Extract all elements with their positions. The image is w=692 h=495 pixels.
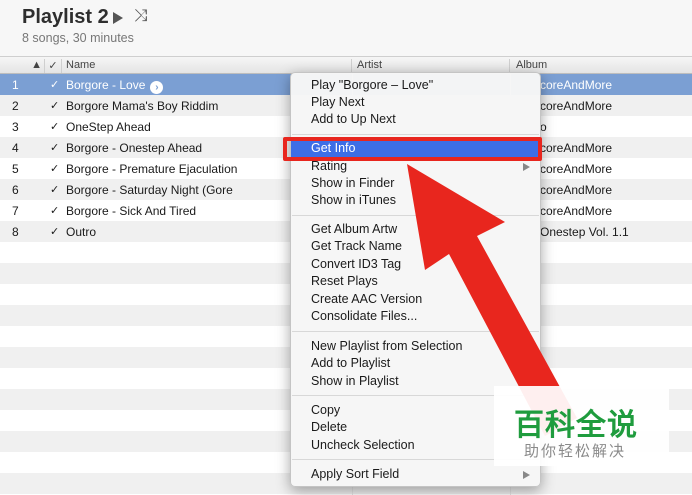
track-number: 5 (12, 162, 19, 176)
track-checkbox[interactable]: ✓ (50, 183, 59, 196)
play-icon[interactable] (113, 12, 123, 24)
track-name: Borgore - Premature Ejaculation (66, 162, 238, 176)
menu-item-add-to-up-next[interactable]: Add to Up Next (291, 111, 540, 128)
submenu-arrow-icon (523, 471, 530, 479)
track-name-text: Borgore - Love (66, 78, 146, 92)
track-checkbox[interactable]: ✓ (50, 204, 59, 217)
track-name: Borgore Mama's Boy Riddim (66, 99, 219, 113)
track-checkbox[interactable]: ✓ (50, 78, 59, 91)
name-column-header[interactable]: Name (62, 59, 352, 73)
track-name: Outro (66, 225, 97, 239)
watermark-subtitle: 助你轻松解决 (524, 443, 627, 460)
track-number: 2 (12, 99, 19, 113)
menu-item-show-in-playlist-label: Show in Playlist (311, 374, 399, 388)
track-checkbox[interactable]: ✓ (50, 141, 59, 154)
track-number: 8 (12, 225, 19, 239)
album-column-header[interactable]: Album (510, 59, 692, 73)
watermark-logo: 百科全说 助你轻松解决 (494, 386, 669, 466)
track-album: coreAndMore (540, 141, 613, 155)
track-name: OneStep Ahead (66, 120, 151, 134)
track-number: 3 (12, 120, 19, 134)
shuffle-icon[interactable]: ⤨ (134, 6, 148, 26)
track-checkbox[interactable]: ✓ (50, 162, 59, 175)
go-arrow-icon[interactable]: › (150, 81, 164, 94)
track-name: Borgore - Onestep Ahead (66, 141, 203, 155)
track-checkbox[interactable]: ✓ (50, 225, 59, 238)
artist-column-header[interactable]: Artist (352, 59, 510, 73)
menu-item-apply-sort-field[interactable]: Apply Sort Field (291, 466, 540, 483)
menu-item-rating-label: Rating (311, 159, 348, 173)
track-number: 6 (12, 183, 19, 197)
check-column[interactable]: ✓ (45, 59, 62, 73)
menu-item-apply-sort-field-label: Apply Sort Field (311, 467, 400, 481)
track-number: 7 (12, 204, 19, 218)
menu-item-play-next[interactable]: Play Next (291, 94, 540, 111)
annotation-highlight-box (283, 137, 542, 161)
track-checkbox[interactable]: ✓ (50, 99, 59, 112)
track-checkbox[interactable]: ✓ (50, 120, 59, 133)
track-album: coreAndMore (540, 99, 613, 113)
track-album: coreAndMore (540, 78, 613, 92)
menu-item-add-to-playlist-label: Add to Playlist (311, 356, 391, 370)
track-name: Borgore - Sick And Tired (66, 204, 197, 218)
playlist-header: Playlist 2 ⤨ 8 songs, 30 minutes (0, 0, 692, 56)
track-album: o (540, 120, 547, 134)
sort-order-column[interactable]: ▲ (0, 59, 45, 73)
track-number: 1 (12, 78, 19, 92)
track-name: Borgore - Love › (66, 78, 164, 94)
menu-item-play[interactable]: Play "Borgore – Love" (291, 77, 540, 94)
playlist-title: Playlist 2 (22, 6, 109, 28)
playlist-summary: 8 songs, 30 minutes (22, 31, 134, 45)
track-name: Borgore - Saturday Night (Gore (66, 183, 233, 197)
track-number: 4 (12, 141, 19, 155)
menu-separator (292, 134, 539, 135)
watermark-title: 百科全说 (514, 409, 638, 442)
